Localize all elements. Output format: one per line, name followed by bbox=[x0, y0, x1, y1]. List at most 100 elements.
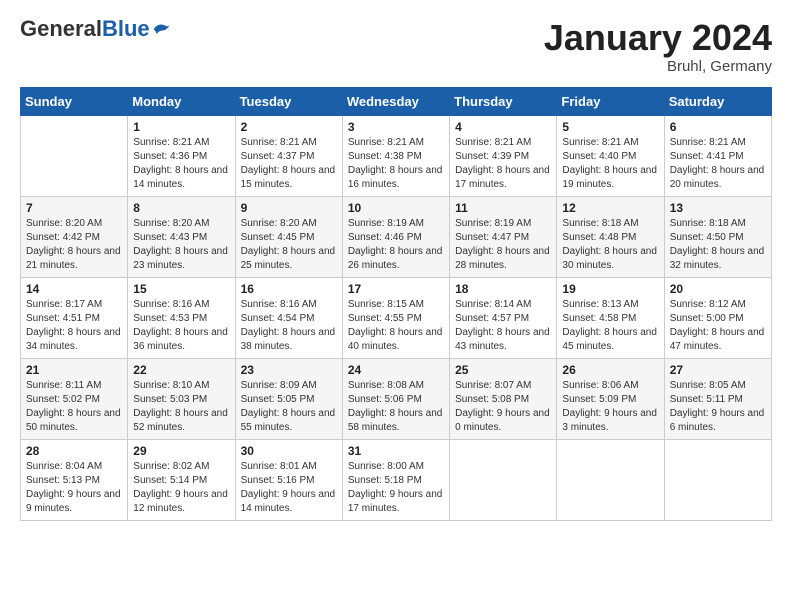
day-detail: Sunrise: 8:21 AMSunset: 4:38 PMDaylight:… bbox=[348, 137, 443, 190]
page: GeneralBlue January 2024 Bruhl, Germany … bbox=[0, 0, 792, 531]
day-number: 20 bbox=[670, 282, 766, 296]
day-number: 15 bbox=[133, 282, 229, 296]
calendar-cell: 25 Sunrise: 8:07 AMSunset: 5:08 PMDayligh… bbox=[450, 358, 557, 439]
logo: GeneralBlue bbox=[20, 18, 172, 40]
day-number: 8 bbox=[133, 201, 229, 215]
header-sunday: Sunday bbox=[21, 87, 128, 115]
calendar-cell: 16 Sunrise: 8:16 AMSunset: 4:54 PMDayligh… bbox=[235, 277, 342, 358]
calendar-table: Sunday Monday Tuesday Wednesday Thursday… bbox=[20, 87, 772, 521]
day-detail: Sunrise: 8:10 AMSunset: 5:03 PMDaylight:… bbox=[133, 380, 228, 433]
day-number: 28 bbox=[26, 444, 122, 458]
day-number: 31 bbox=[348, 444, 444, 458]
calendar-cell bbox=[557, 439, 664, 520]
day-number: 9 bbox=[241, 201, 337, 215]
calendar-week-row: 14Sunrise: 8:17 AMSunset: 4:51 PMDayligh… bbox=[21, 277, 772, 358]
day-number: 25 bbox=[455, 363, 551, 377]
calendar-cell: 17 Sunrise: 8:15 AMSunset: 4:55 PMDayligh… bbox=[342, 277, 449, 358]
calendar-cell: 4Sunrise: 8:21 AMSunset: 4:39 PMDaylight… bbox=[450, 115, 557, 196]
day-detail: Sunrise: 8:18 AMSunset: 4:50 PMDaylight:… bbox=[670, 218, 765, 271]
day-number: 12 bbox=[562, 201, 658, 215]
calendar-cell: 24 Sunrise: 8:08 AMSunset: 5:06 PMDayligh… bbox=[342, 358, 449, 439]
logo-blue-text: Blue bbox=[102, 16, 150, 41]
logo-general-text: General bbox=[20, 16, 102, 41]
day-number: 30 bbox=[241, 444, 337, 458]
day-detail: Sunrise: 8:05 AMSunset: 5:11 PMDaylight:… bbox=[670, 380, 765, 433]
calendar-cell: 6 Sunrise: 8:21 AMSunset: 4:41 PMDaylight… bbox=[664, 115, 771, 196]
calendar-header-row: Sunday Monday Tuesday Wednesday Thursday… bbox=[21, 87, 772, 115]
calendar-cell: 10Sunrise: 8:19 AMSunset: 4:46 PMDayligh… bbox=[342, 196, 449, 277]
day-number: 2 bbox=[241, 120, 337, 134]
day-number: 22 bbox=[133, 363, 229, 377]
header-friday: Friday bbox=[557, 87, 664, 115]
day-number: 26 bbox=[562, 363, 658, 377]
day-number: 29 bbox=[133, 444, 229, 458]
calendar-cell: 15 Sunrise: 8:16 AMSunset: 4:53 PMDayligh… bbox=[128, 277, 235, 358]
calendar-cell: 23 Sunrise: 8:09 AMSunset: 5:05 PMDayligh… bbox=[235, 358, 342, 439]
day-detail: Sunrise: 8:20 AMSunset: 4:45 PMDaylight:… bbox=[241, 218, 336, 271]
day-detail: Sunrise: 8:15 AMSunset: 4:55 PMDaylight:… bbox=[348, 299, 443, 352]
calendar-cell: 29 Sunrise: 8:02 AMSunset: 5:14 PMDayligh… bbox=[128, 439, 235, 520]
day-detail: Sunrise: 8:19 AMSunset: 4:47 PMDaylight:… bbox=[455, 218, 550, 271]
calendar-cell: 22 Sunrise: 8:10 AMSunset: 5:03 PMDayligh… bbox=[128, 358, 235, 439]
day-detail: Sunrise: 8:20 AMSunset: 4:42 PMDaylight:… bbox=[26, 218, 121, 271]
logo-text: GeneralBlue bbox=[20, 18, 172, 40]
day-number: 16 bbox=[241, 282, 337, 296]
day-number: 4 bbox=[455, 120, 551, 134]
day-detail: Sunrise: 8:08 AMSunset: 5:06 PMDaylight:… bbox=[348, 380, 443, 433]
calendar-cell: 18Sunrise: 8:14 AMSunset: 4:57 PMDayligh… bbox=[450, 277, 557, 358]
calendar-week-row: 1 Sunrise: 8:21 AMSunset: 4:36 PMDaylight… bbox=[21, 115, 772, 196]
calendar-cell: 13Sunrise: 8:18 AMSunset: 4:50 PMDayligh… bbox=[664, 196, 771, 277]
day-detail: Sunrise: 8:21 AMSunset: 4:37 PMDaylight:… bbox=[241, 137, 336, 190]
logo-bird-icon bbox=[152, 19, 172, 39]
day-detail: Sunrise: 8:09 AMSunset: 5:05 PMDaylight:… bbox=[241, 380, 336, 433]
day-detail: Sunrise: 8:06 AMSunset: 5:09 PMDaylight:… bbox=[562, 380, 657, 433]
calendar-cell bbox=[450, 439, 557, 520]
day-detail: Sunrise: 8:21 AMSunset: 4:36 PMDaylight:… bbox=[133, 137, 228, 190]
calendar-week-row: 7 Sunrise: 8:20 AMSunset: 4:42 PMDaylight… bbox=[21, 196, 772, 277]
day-number: 1 bbox=[133, 120, 229, 134]
day-number: 17 bbox=[348, 282, 444, 296]
day-number: 27 bbox=[670, 363, 766, 377]
day-detail: Sunrise: 8:12 AMSunset: 5:00 PMDaylight:… bbox=[670, 299, 765, 352]
header-saturday: Saturday bbox=[664, 87, 771, 115]
calendar-cell: 30Sunrise: 8:01 AMSunset: 5:16 PMDayligh… bbox=[235, 439, 342, 520]
day-detail: Sunrise: 8:04 AMSunset: 5:13 PMDaylight:… bbox=[26, 461, 121, 514]
calendar-cell: 11Sunrise: 8:19 AMSunset: 4:47 PMDayligh… bbox=[450, 196, 557, 277]
day-number: 7 bbox=[26, 201, 122, 215]
day-number: 18 bbox=[455, 282, 551, 296]
calendar-cell: 31 Sunrise: 8:00 AMSunset: 5:18 PMDayligh… bbox=[342, 439, 449, 520]
day-detail: Sunrise: 8:20 AMSunset: 4:43 PMDaylight:… bbox=[133, 218, 228, 271]
day-number: 24 bbox=[348, 363, 444, 377]
header-wednesday: Wednesday bbox=[342, 87, 449, 115]
day-number: 6 bbox=[670, 120, 766, 134]
title-location: Bruhl, Germany bbox=[544, 58, 772, 75]
day-detail: Sunrise: 8:21 AMSunset: 4:40 PMDaylight:… bbox=[562, 137, 657, 190]
day-detail: Sunrise: 8:00 AMSunset: 5:18 PMDaylight:… bbox=[348, 461, 443, 514]
day-number: 3 bbox=[348, 120, 444, 134]
calendar-cell: 19Sunrise: 8:13 AMSunset: 4:58 PMDayligh… bbox=[557, 277, 664, 358]
day-number: 14 bbox=[26, 282, 122, 296]
calendar-cell: 1 Sunrise: 8:21 AMSunset: 4:36 PMDaylight… bbox=[128, 115, 235, 196]
calendar-week-row: 28 Sunrise: 8:04 AMSunset: 5:13 PMDayligh… bbox=[21, 439, 772, 520]
calendar-cell: 14Sunrise: 8:17 AMSunset: 4:51 PMDayligh… bbox=[21, 277, 128, 358]
day-detail: Sunrise: 8:02 AMSunset: 5:14 PMDaylight:… bbox=[133, 461, 228, 514]
calendar-cell: 8 Sunrise: 8:20 AMSunset: 4:43 PMDaylight… bbox=[128, 196, 235, 277]
calendar-cell: 28 Sunrise: 8:04 AMSunset: 5:13 PMDayligh… bbox=[21, 439, 128, 520]
day-number: 21 bbox=[26, 363, 122, 377]
calendar-cell: 9 Sunrise: 8:20 AMSunset: 4:45 PMDaylight… bbox=[235, 196, 342, 277]
title-month: January 2024 bbox=[544, 18, 772, 58]
calendar-cell: 26 Sunrise: 8:06 AMSunset: 5:09 PMDayligh… bbox=[557, 358, 664, 439]
title-block: January 2024 Bruhl, Germany bbox=[544, 18, 772, 75]
day-detail: Sunrise: 8:16 AMSunset: 4:54 PMDaylight:… bbox=[241, 299, 336, 352]
calendar-cell: 21Sunrise: 8:11 AMSunset: 5:02 PMDayligh… bbox=[21, 358, 128, 439]
day-number: 23 bbox=[241, 363, 337, 377]
header-monday: Monday bbox=[128, 87, 235, 115]
calendar-week-row: 21Sunrise: 8:11 AMSunset: 5:02 PMDayligh… bbox=[21, 358, 772, 439]
day-detail: Sunrise: 8:16 AMSunset: 4:53 PMDaylight:… bbox=[133, 299, 228, 352]
day-detail: Sunrise: 8:07 AMSunset: 5:08 PMDaylight:… bbox=[455, 380, 550, 433]
calendar-cell bbox=[21, 115, 128, 196]
calendar-cell: 2 Sunrise: 8:21 AMSunset: 4:37 PMDaylight… bbox=[235, 115, 342, 196]
day-detail: Sunrise: 8:19 AMSunset: 4:46 PMDaylight:… bbox=[348, 218, 443, 271]
day-detail: Sunrise: 8:21 AMSunset: 4:41 PMDaylight:… bbox=[670, 137, 765, 190]
calendar-cell: 7 Sunrise: 8:20 AMSunset: 4:42 PMDaylight… bbox=[21, 196, 128, 277]
